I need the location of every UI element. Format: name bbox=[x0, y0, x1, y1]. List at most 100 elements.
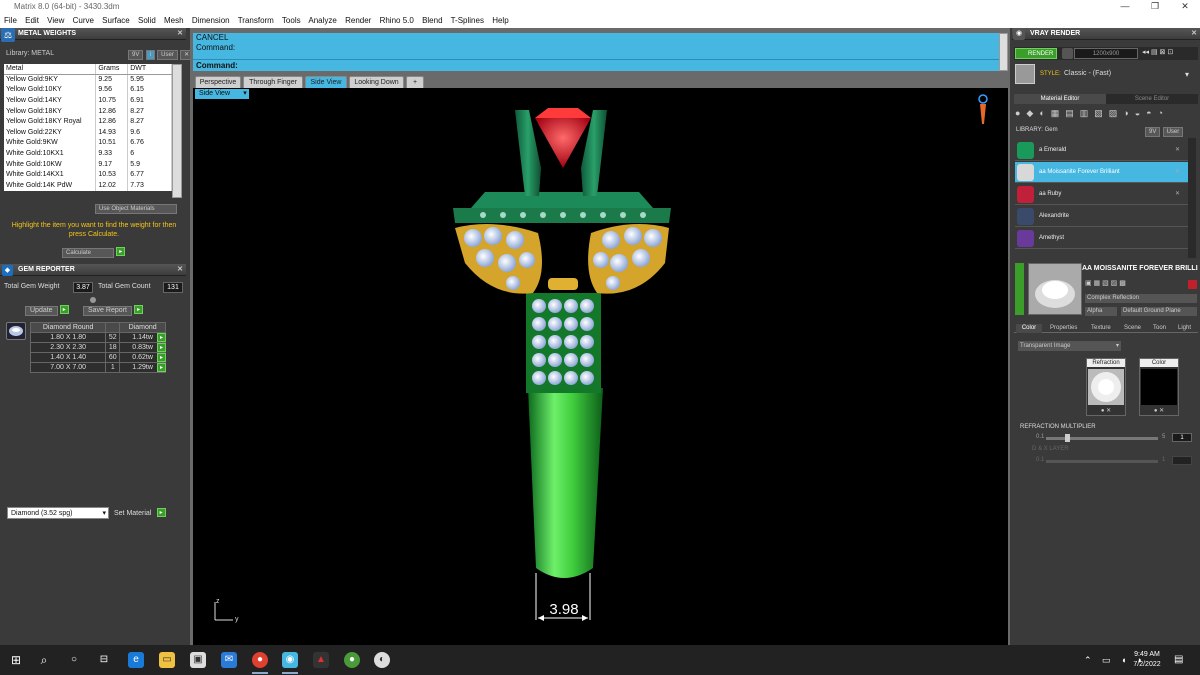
render-nav-icons[interactable]: ◂◂ ▤ ⊠ ⊡ bbox=[1142, 48, 1173, 56]
app-icon[interactable]: ▲ bbox=[313, 652, 329, 668]
close-icon[interactable]: ✕ bbox=[177, 264, 183, 276]
gem-row-go-icon[interactable]: ▸ bbox=[157, 363, 166, 372]
set-material-go-icon[interactable]: ▸ bbox=[156, 508, 166, 518]
tab-perspective[interactable]: Perspective bbox=[195, 76, 241, 88]
tab-toon[interactable]: Toon bbox=[1153, 324, 1166, 333]
layer-slider[interactable] bbox=[1046, 460, 1158, 463]
render-settings-icon[interactable] bbox=[1062, 48, 1073, 59]
refraction-slider[interactable] bbox=[1046, 437, 1158, 440]
refraction-value[interactable]: 1 bbox=[1172, 433, 1192, 442]
close-icon[interactable]: ✕ bbox=[1175, 184, 1180, 205]
menu-mesh[interactable]: Mesh bbox=[164, 16, 184, 25]
reflection-select[interactable]: Complex Reflection bbox=[1085, 294, 1197, 303]
menu-tsplines[interactable]: T-Splines bbox=[451, 16, 484, 25]
save-report-go-icon[interactable]: ▸ bbox=[134, 305, 144, 315]
library-user-button[interactable]: User bbox=[157, 50, 178, 60]
menu-dimension[interactable]: Dimension bbox=[192, 16, 230, 25]
list-item[interactable]: Amethyst bbox=[1015, 228, 1188, 249]
viewport[interactable]: 3.98 z y bbox=[193, 88, 1008, 645]
menu-transform[interactable]: Transform bbox=[238, 16, 274, 25]
table-row[interactable]: White Gold:9KW 10.51 6.76 bbox=[4, 138, 172, 149]
table-row[interactable]: Yellow Gold:18KY Royal 12.86 8.27 bbox=[4, 116, 172, 128]
preview-collapse-handle[interactable] bbox=[1015, 263, 1024, 315]
table-row[interactable]: White Gold:10KW 9.17 5.9 bbox=[4, 159, 172, 170]
gem-row-go-icon[interactable]: ▸ bbox=[157, 343, 166, 352]
command-input[interactable]: Command: bbox=[193, 59, 999, 71]
gem-row-go-icon[interactable]: ▸ bbox=[157, 353, 166, 362]
matrix-app-icon[interactable]: ◉ bbox=[282, 652, 298, 668]
col-grams[interactable]: Grams bbox=[95, 64, 129, 76]
resolution-field[interactable]: 1200x900 bbox=[1074, 48, 1138, 59]
transparent-image-select[interactable]: Transparent Image ▾ bbox=[1018, 341, 1121, 351]
close-icon[interactable]: ✕ bbox=[177, 28, 183, 40]
table-row[interactable]: Yellow Gold:14KY 10.75 6.91 bbox=[4, 95, 172, 107]
menu-blend[interactable]: Blend bbox=[422, 16, 442, 25]
maximize-button[interactable]: ❐ bbox=[1140, 0, 1170, 14]
layer-value[interactable] bbox=[1172, 456, 1192, 465]
library-user-button[interactable]: User bbox=[1162, 127, 1184, 137]
tab-through-finger[interactable]: Through Finger bbox=[243, 76, 303, 88]
menu-solid[interactable]: Solid bbox=[138, 16, 156, 25]
tab-texture[interactable]: Texture bbox=[1091, 324, 1111, 333]
tab-material-editor[interactable]: Material Editor bbox=[1014, 94, 1106, 104]
chevron-down-icon[interactable]: ▾ bbox=[1185, 70, 1189, 79]
table-row[interactable]: Yellow Gold:9KY 9.25 5.95 bbox=[4, 74, 172, 86]
refraction-slider-handle[interactable] bbox=[1065, 434, 1070, 442]
menu-tools[interactable]: Tools bbox=[282, 16, 301, 25]
notification-icon[interactable]: ▤ bbox=[1174, 654, 1183, 665]
edge-icon[interactable]: e bbox=[128, 652, 144, 668]
save-report-button[interactable]: Save Report bbox=[83, 306, 132, 316]
metal-table-scrollbar[interactable] bbox=[172, 64, 182, 198]
table-row[interactable]: Yellow Gold:18KY 12.86 8.27 bbox=[4, 106, 172, 117]
menu-help[interactable]: Help bbox=[492, 16, 508, 25]
tab-properties[interactable]: Properties bbox=[1050, 324, 1077, 333]
table-row[interactable]: 1.40 X 1.40 60 0.62tw bbox=[29, 352, 166, 363]
render-button[interactable]: RENDER bbox=[1015, 48, 1057, 59]
list-item[interactable]: aa Ruby ✕ bbox=[1015, 184, 1188, 205]
table-row[interactable]: White Gold:14K PdW 12.02 7.73 bbox=[4, 180, 172, 192]
menu-edit[interactable]: Edit bbox=[25, 16, 39, 25]
tab-looking-down[interactable]: Looking Down bbox=[349, 76, 404, 88]
close-button[interactable]: ✕ bbox=[1170, 0, 1200, 14]
table-row[interactable]: Yellow Gold:22KY 14.93 9.6 bbox=[4, 127, 172, 139]
table-row[interactable]: 1.80 X 1.80 52 1.14tw bbox=[29, 332, 166, 343]
table-row[interactable]: 2.30 X 2.30 18 0.83tw bbox=[29, 342, 166, 353]
file-explorer-icon[interactable]: ▭ bbox=[159, 652, 175, 668]
library-i-icon[interactable]: i bbox=[145, 50, 155, 60]
menu-rhino[interactable]: Rhino 5.0 bbox=[380, 16, 414, 25]
style-value[interactable]: Classic - (Fast) bbox=[1064, 70, 1111, 77]
calculate-go-icon[interactable]: ▸ bbox=[116, 247, 126, 257]
calculate-button[interactable]: Calculate bbox=[62, 248, 114, 258]
library-9v-button[interactable]: 9V bbox=[1145, 127, 1161, 137]
menu-render[interactable]: Render bbox=[345, 16, 371, 25]
color-swatch[interactable] bbox=[1141, 369, 1177, 405]
close-icon[interactable]: ✕ bbox=[1175, 140, 1180, 161]
widgets-icon[interactable]: ⊟ bbox=[96, 652, 112, 668]
menu-analyze[interactable]: Analyze bbox=[308, 16, 336, 25]
refraction-swatch[interactable] bbox=[1088, 369, 1124, 405]
ground-select[interactable]: Default Ground Plane bbox=[1121, 307, 1197, 316]
table-row[interactable]: Yellow Gold:10KY 9.56 6.15 bbox=[4, 85, 172, 96]
command-scrollbar[interactable] bbox=[999, 33, 1008, 71]
splitter-handle[interactable] bbox=[90, 297, 96, 303]
list-item[interactable]: aa Moissanite Forever Brilliant ✕ bbox=[1015, 162, 1188, 183]
set-material-button[interactable]: Set Material bbox=[114, 510, 151, 517]
app-icon[interactable]: ◐ bbox=[374, 652, 390, 668]
col-metal[interactable]: Metal bbox=[4, 64, 97, 76]
delete-material-icon[interactable] bbox=[1188, 280, 1197, 289]
material-select[interactable]: Diamond (3.52 spg) ▾ bbox=[7, 507, 109, 519]
table-row[interactable]: White Gold:14KX1 10.53 6.77 bbox=[4, 169, 172, 181]
chrome-icon[interactable]: ● bbox=[252, 652, 268, 668]
list-item[interactable]: Alexandrite bbox=[1015, 206, 1188, 227]
list-item[interactable]: a Emerald ✕ bbox=[1015, 140, 1188, 161]
alpha-select[interactable]: Alpha bbox=[1085, 307, 1117, 316]
mail-icon[interactable]: ✉ bbox=[221, 652, 237, 668]
tab-scene[interactable]: Scene bbox=[1124, 324, 1141, 333]
library-9v-button[interactable]: 9V bbox=[128, 50, 144, 60]
col-dwt[interactable]: DWT bbox=[127, 64, 172, 76]
tab-color[interactable]: Color bbox=[1016, 324, 1042, 333]
material-list-scrollbar[interactable] bbox=[1188, 138, 1196, 258]
refraction-controls[interactable]: ● ✕ bbox=[1087, 407, 1125, 414]
material-mini-icons[interactable]: ▣ ▦ ▧ ▨ ▩ bbox=[1085, 279, 1126, 287]
menu-curve[interactable]: Curve bbox=[73, 16, 94, 25]
